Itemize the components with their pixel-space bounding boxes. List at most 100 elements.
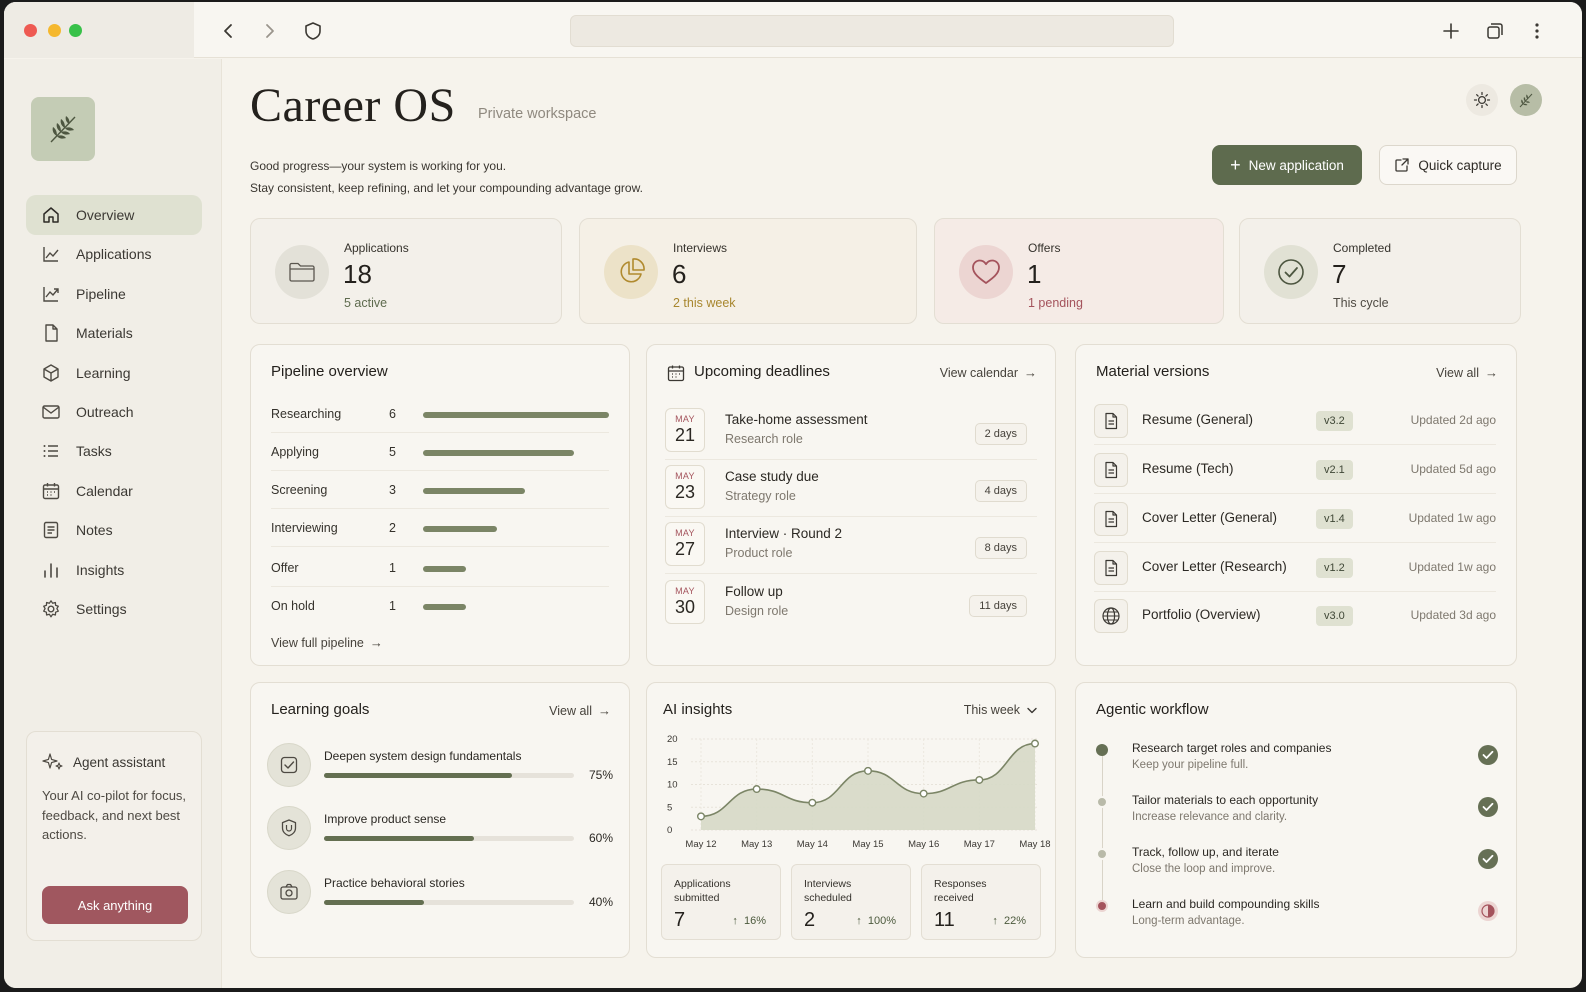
sidebar-item-label: Insights <box>76 561 125 578</box>
sidebar-item-label: Outreach <box>76 404 134 421</box>
ai-stat-card: Applications submitted 7 ↑ 16% <box>661 864 781 940</box>
globe-icon <box>1094 599 1128 633</box>
address-bar[interactable] <box>570 15 1174 47</box>
workflow-step[interactable]: Research target roles and companies Keep… <box>1094 741 1498 789</box>
stat-card-completed[interactable]: Completed 7 This cycle <box>1239 218 1521 324</box>
workflow-step[interactable]: Track, follow up, and iterate Close the … <box>1094 845 1498 893</box>
ai-stat-card: Responses received 11 ↑ 22% <box>921 864 1041 940</box>
view-full-pipeline-link[interactable]: View full pipeline → <box>271 635 383 650</box>
agent-description: Your AI co-pilot for focus, feedback, an… <box>42 788 187 842</box>
list-icon <box>43 445 58 458</box>
cube-icon <box>43 363 59 382</box>
deadline-row[interactable]: MAY 23 Case study due Strategy role 4 day… <box>665 460 1037 517</box>
learning-goal-row[interactable]: Deepen system design fundamentals 75% <box>267 743 613 803</box>
data-point <box>697 812 706 821</box>
workflow-step[interactable]: Learn and build compounding skills Long-… <box>1094 897 1498 945</box>
more-menu-icon[interactable] <box>1526 20 1548 42</box>
sidebar-item-settings[interactable]: Settings <box>26 589 202 629</box>
material-row[interactable]: Cover Letter (Research) v1.2 Updated 1w … <box>1094 544 1496 592</box>
date-badge: MAY 30 <box>665 580 705 624</box>
version-badge: v1.4 <box>1316 509 1353 529</box>
pipeline-bar <box>423 604 466 610</box>
version-badge: v3.0 <box>1316 606 1353 626</box>
sun-icon <box>1473 91 1491 109</box>
pipeline-bar <box>423 412 609 418</box>
tabs-icon[interactable] <box>1484 20 1506 42</box>
progress-track <box>324 836 574 841</box>
material-row[interactable]: Portfolio (Overview) v3.0 Updated 3d ago <box>1094 592 1496 640</box>
stat-label: Applications <box>344 241 409 255</box>
stat-card-applications[interactable]: Applications 18 5 active <box>250 218 562 324</box>
material-row[interactable]: Resume (Tech) v2.1 Updated 5d ago <box>1094 446 1496 494</box>
data-point <box>919 789 928 798</box>
shield-icon <box>267 806 311 850</box>
deadline-row[interactable]: MAY 30 Follow up Design role 11 days <box>665 575 1037 632</box>
shield-icon[interactable] <box>302 20 324 42</box>
pipeline-row[interactable]: On hold 1 <box>271 587 609 625</box>
sidebar-item-outreach[interactable]: Outreach <box>26 392 202 432</box>
arrow-right-icon: → <box>369 635 383 650</box>
pipeline-row[interactable]: Interviewing 2 <box>271 509 609 547</box>
sidebar-item-tasks[interactable]: Tasks <box>26 431 202 471</box>
stat-card-offers[interactable]: Offers 1 1 pending <box>934 218 1224 324</box>
leaf-icon <box>50 116 76 143</box>
workflow-step[interactable]: Tailor materials to each opportunity Inc… <box>1094 793 1498 841</box>
forward-icon[interactable] <box>259 20 281 42</box>
pipeline-row[interactable]: Researching 6 <box>271 395 609 433</box>
sidebar-item-overview[interactable]: Overview <box>26 195 202 235</box>
sidebar-item-materials[interactable]: Materials <box>26 313 202 353</box>
back-icon[interactable] <box>217 20 239 42</box>
panel-title: AI insights <box>663 701 733 718</box>
new-application-button[interactable]: + New application <box>1212 145 1362 185</box>
pipeline-row[interactable]: Screening 3 <box>271 471 609 509</box>
pipeline-row[interactable]: Applying 5 <box>271 433 609 471</box>
pipeline-row[interactable]: Offer 1 <box>271 549 609 587</box>
material-row[interactable]: Resume (General) v3.2 Updated 2d ago <box>1094 397 1496 445</box>
stat-value: 6 <box>672 259 687 289</box>
sidebar-item-applications[interactable]: Applications <box>26 234 202 274</box>
deadline-row[interactable]: MAY 27 Interview · Round 2 Product role 8… <box>665 517 1037 574</box>
sidebar-item-learning[interactable]: Learning <box>26 353 202 393</box>
chevron-down-icon <box>1027 707 1037 713</box>
view-all-learning-link[interactable]: View all → <box>549 703 611 718</box>
sidebar-item-insights[interactable]: Insights <box>26 550 202 590</box>
view-calendar-link[interactable]: View calendar → <box>940 365 1037 380</box>
maximize-window-button[interactable] <box>69 24 82 37</box>
version-badge: v3.2 <box>1316 411 1353 431</box>
view-all-materials-link[interactable]: View all → <box>1436 365 1498 380</box>
document-icon <box>45 324 58 342</box>
minimize-window-button[interactable] <box>48 24 61 37</box>
deadline-row[interactable]: MAY 21 Take-home assessment Research role… <box>665 403 1037 460</box>
stat-value: 18 <box>343 259 372 289</box>
learning-goal-row[interactable]: Improve product sense 60% <box>267 806 613 866</box>
x-tick-label: May 17 <box>964 839 995 850</box>
calendar-icon <box>42 482 60 500</box>
progress-track <box>324 900 574 905</box>
sidebar-item-calendar[interactable]: Calendar <box>26 471 202 511</box>
close-window-button[interactable] <box>24 24 37 37</box>
progress-fill <box>324 900 424 905</box>
x-tick-label: May 12 <box>685 839 716 850</box>
ai-stat-card: Interviews scheduled 2 ↑ 100% <box>791 864 911 940</box>
stat-card-interviews[interactable]: Interviews 6 2 this week <box>579 218 917 324</box>
stat-sub: 5 active <box>344 296 388 310</box>
new-tab-icon[interactable] <box>1440 20 1462 42</box>
data-point <box>808 798 817 807</box>
material-row[interactable]: Cover Letter (General) v1.4 Updated 1w a… <box>1094 495 1496 543</box>
gear-icon <box>43 600 59 618</box>
avatar[interactable] <box>1510 84 1542 116</box>
sidebar-item-pipeline[interactable]: Pipeline <box>26 274 202 314</box>
arrow-right-icon: → <box>1024 365 1037 380</box>
quick-capture-button[interactable]: Quick capture <box>1379 145 1517 185</box>
theme-toggle-button[interactable] <box>1466 84 1498 116</box>
check-circle-icon <box>1278 259 1304 285</box>
pipeline-bar <box>423 566 466 572</box>
agent-assistant-card: Agent assistant Your AI co-pilot for foc… <box>26 731 202 941</box>
period-dropdown[interactable]: This week <box>964 703 1037 717</box>
learning-goal-row[interactable]: Practice behavioral stories 40% <box>267 870 613 930</box>
insights-area-chart: 20 15 10 5 0 May 12 May 13 May 14 May 15 May 16 Ma… <box>667 734 1051 850</box>
pipeline-bar <box>423 526 498 532</box>
sidebar-item-notes[interactable]: Notes <box>26 510 202 550</box>
ask-anything-button[interactable]: Ask anything <box>42 886 188 924</box>
step-dot <box>1096 848 1108 860</box>
